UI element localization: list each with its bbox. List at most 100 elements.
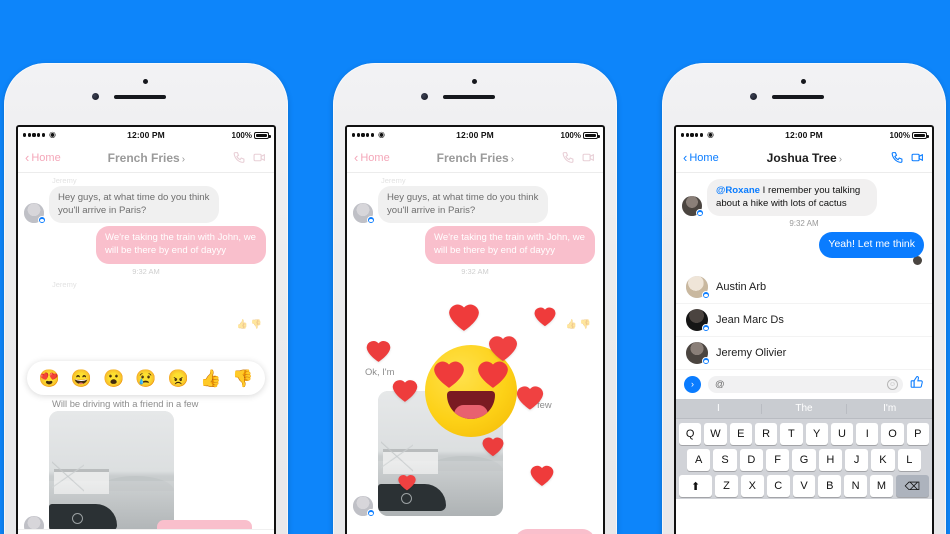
key-a[interactable]: A	[687, 449, 711, 472]
list-item[interactable]: Austin Arb	[676, 271, 932, 305]
signal-dots-icon	[23, 133, 45, 137]
sad-emoji[interactable]: 😢	[135, 370, 156, 387]
send-arrow-icon[interactable]: ›	[684, 376, 701, 394]
key-f[interactable]: F	[766, 449, 790, 472]
floating-heart-icon	[515, 383, 545, 411]
shift-key-icon[interactable]: ⬆	[679, 475, 713, 498]
key-k[interactable]: K	[871, 449, 895, 472]
phone-call-icon[interactable]	[232, 151, 245, 164]
messenger-badge-icon	[702, 357, 710, 366]
phone3-chat: @Roxane I remember you talking about a h…	[676, 173, 932, 266]
video-camera-icon[interactable]	[581, 151, 596, 164]
key-n[interactable]: N	[844, 475, 868, 498]
message-bubble[interactable]: We're taking the train with John, we wil…	[425, 226, 595, 264]
message-reactions-mini[interactable]: 👍 👎	[566, 319, 591, 330]
surprised-emoji[interactable]: 😮	[103, 370, 124, 387]
status-right: 100%	[187, 130, 271, 140]
thumbs-up-icon[interactable]	[910, 375, 924, 394]
contact-name: Jean Marc Ds	[716, 314, 784, 327]
key-v[interactable]: V	[792, 475, 816, 498]
key-o[interactable]: O	[881, 423, 904, 446]
conversation-title[interactable]: Joshua Tree ›	[719, 151, 890, 165]
phone-call-icon[interactable]	[561, 151, 574, 164]
smiley-icon[interactable]: ☺	[887, 379, 898, 391]
conversation-title[interactable]: French Fries ›	[61, 151, 232, 165]
key-u[interactable]: U	[830, 423, 854, 446]
thumbs-up-emoji[interactable]: 👍	[200, 370, 221, 387]
angry-emoji[interactable]: 😠	[168, 370, 189, 387]
back-to-home-button[interactable]: ‹ Home	[354, 151, 390, 164]
phone2-navbar: ‹ Home French Fries ›	[347, 143, 603, 173]
message-bubble[interactable]: Oh, very nice!!	[515, 529, 595, 534]
earpiece-speaker	[443, 95, 495, 99]
message-row-incoming: Hey guys, at what time do you think you'…	[347, 186, 603, 225]
key-r[interactable]: R	[754, 423, 778, 446]
screenshot-canvas: ◉ 12:00 PM 100% ‹ Home French Fries › Je…	[0, 0, 950, 534]
phone-call-icon[interactable]	[890, 151, 903, 164]
message-bubble[interactable]: @Roxane I remember you talking about a h…	[707, 179, 877, 217]
battery-icon	[583, 131, 600, 139]
conversation-title[interactable]: French Fries ›	[390, 151, 561, 165]
reaction-picker[interactable]: 😍 😄 😮 😢 😠 👍 👎	[27, 361, 265, 395]
message-reactions-mini[interactable]: 👍 👎	[237, 319, 262, 330]
back-to-home-button[interactable]: ‹ Home	[25, 151, 61, 164]
chevron-left-icon: ‹	[683, 150, 688, 165]
key-h[interactable]: H	[818, 449, 842, 472]
key-i[interactable]: I	[856, 423, 879, 446]
list-item[interactable]: Jeremy Olivier	[676, 337, 932, 371]
key-b[interactable]: B	[818, 475, 842, 498]
emoji-mouth	[447, 391, 495, 419]
heart-eyes-emoji[interactable]: 😍	[39, 370, 60, 387]
video-camera-icon[interactable]	[910, 151, 925, 164]
suggestion-1[interactable]: I	[676, 403, 762, 414]
key-l[interactable]: L	[897, 449, 921, 472]
mention-suggestion-list: Austin Arb Jean Marc Ds Jeremy Olivier	[676, 271, 932, 371]
back-label: Home	[31, 151, 61, 164]
key-p[interactable]: P	[906, 423, 929, 446]
key-m[interactable]: M	[870, 475, 893, 498]
thumbs-down-emoji[interactable]: 👎	[232, 370, 253, 387]
battery-percent: 100%	[231, 130, 252, 140]
back-to-home-button[interactable]: ‹ Home	[683, 151, 719, 164]
message-input[interactable]: @ ☺	[708, 376, 903, 394]
message-bubble[interactable]: Yeah! Let me think	[819, 232, 924, 259]
message-bubble[interactable]: We're taking the train with John, we wil…	[96, 226, 266, 264]
suggestion-3[interactable]: I'm	[847, 403, 932, 414]
key-s[interactable]: S	[713, 449, 737, 472]
sender-name-2: Jeremy	[52, 279, 77, 289]
avatar	[686, 276, 710, 300]
wifi-icon: ◉	[706, 130, 714, 139]
key-e[interactable]: E	[729, 423, 752, 446]
key-t[interactable]: T	[780, 423, 803, 446]
video-camera-icon[interactable]	[252, 151, 267, 164]
laughing-emoji[interactable]: 😄	[71, 370, 92, 387]
photo-attachment[interactable]	[49, 411, 174, 534]
photo-message-row	[18, 411, 274, 534]
key-d[interactable]: D	[739, 449, 763, 472]
backspace-key-icon[interactable]: ⌫	[895, 475, 929, 498]
phone-device-3: ◉ 12:00 PM 100% ‹ Home Joshua Tree › @Ro…	[662, 63, 946, 534]
messenger-badge-icon	[367, 509, 375, 517]
status-bar: ◉ 12:00 PM 100%	[18, 127, 274, 143]
conversation-title-text: French Fries	[107, 150, 180, 165]
mention-tag[interactable]: @Roxane	[716, 185, 760, 196]
phone1-screen: ◉ 12:00 PM 100% ‹ Home French Fries › Je…	[16, 125, 276, 534]
message-bubble[interactable]: Hey guys, at what time do you think you'…	[378, 186, 548, 224]
key-g[interactable]: G	[792, 449, 816, 472]
key-z[interactable]: Z	[715, 475, 738, 498]
phone2-nav-actions	[561, 151, 596, 164]
message-bubble[interactable]: Hey guys, at what time do you think you'…	[49, 186, 219, 224]
messenger-badge-icon	[702, 291, 710, 300]
key-q[interactable]: Q	[679, 423, 702, 446]
suggestion-2[interactable]: The	[762, 403, 848, 414]
key-c[interactable]: C	[766, 475, 790, 498]
back-label: Home	[360, 151, 390, 164]
key-j[interactable]: J	[844, 449, 869, 472]
key-y[interactable]: Y	[805, 423, 828, 446]
list-item[interactable]: Jean Marc Ds	[676, 304, 932, 338]
key-x[interactable]: X	[740, 475, 764, 498]
messenger-badge-icon	[702, 324, 710, 333]
key-w[interactable]: W	[704, 423, 727, 446]
phone2-chat: Jeremy Hey guys, at what time do you thi…	[347, 173, 603, 534]
sender-name: Jeremy	[52, 176, 77, 185]
